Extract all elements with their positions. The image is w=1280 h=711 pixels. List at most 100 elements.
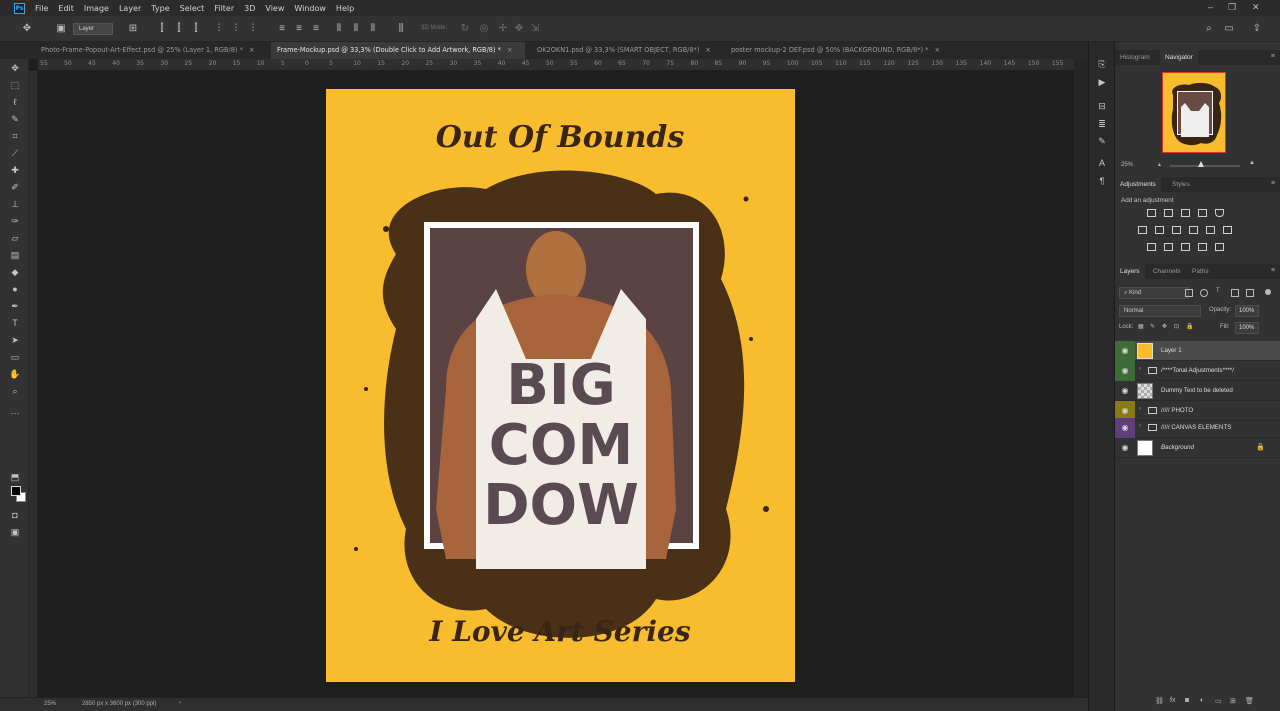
layer-row-canvas-elements[interactable]: ◉ › ///// CANVAS ELEMENTS bbox=[1115, 418, 1280, 438]
navigator-zoom[interactable]: 25% bbox=[1121, 162, 1133, 168]
filter-shape-icon[interactable] bbox=[1231, 289, 1239, 297]
align-right-icon[interactable]: ⫿ bbox=[189, 22, 203, 36]
zoom-out-icon[interactable]: ▴ bbox=[1158, 161, 1161, 168]
photo-filter-icon[interactable] bbox=[1189, 226, 1198, 234]
history-brush-tool-icon[interactable]: ✑ bbox=[9, 215, 21, 227]
visibility-cell[interactable]: ◉ bbox=[1115, 341, 1135, 361]
tab-paths[interactable]: Paths bbox=[1187, 264, 1214, 279]
exposure-icon[interactable] bbox=[1198, 209, 1207, 217]
expand-group-icon[interactable]: › bbox=[1139, 366, 1141, 372]
path-selection-tool-icon[interactable]: ➤ bbox=[9, 334, 21, 346]
opacity-field[interactable]: 100% bbox=[1235, 305, 1259, 317]
menu-edit[interactable]: Edit bbox=[58, 4, 74, 13]
lock-image-icon[interactable]: ✎ bbox=[1150, 323, 1155, 330]
marquee-tool-icon[interactable]: ⬚ bbox=[9, 79, 21, 91]
layer-row-layer-1[interactable]: ◉ Layer 1 bbox=[1115, 341, 1280, 361]
zoom-level[interactable]: 25% bbox=[44, 701, 56, 707]
layer-row-tonal-adjustments[interactable]: ◉ › /****Tonal Adjustments****/ bbox=[1115, 361, 1280, 381]
3d-scale-icon[interactable]: ⇲ bbox=[528, 22, 542, 36]
layer-name[interactable]: ///// CANVAS ELEMENTS bbox=[1161, 424, 1231, 431]
filter-toggle-icon[interactable] bbox=[1265, 289, 1271, 295]
quick-select-tool-icon[interactable]: ✎ bbox=[9, 113, 21, 125]
align-left-icon[interactable]: ⫿ bbox=[155, 22, 169, 36]
channel-mixer-icon[interactable] bbox=[1206, 226, 1215, 234]
layer-name[interactable]: ///// PHOTO bbox=[1161, 407, 1193, 414]
tab-frame-mockup[interactable]: Frame-Mockup.psd @ 33,3% (Double Click t… bbox=[271, 42, 525, 59]
menu-layer[interactable]: Layer bbox=[119, 4, 141, 13]
expand-group-icon[interactable]: › bbox=[1139, 406, 1141, 412]
vertical-scrollbar[interactable] bbox=[1074, 59, 1088, 697]
tab-histogram[interactable]: Histogram bbox=[1115, 50, 1155, 65]
tab-navigator[interactable]: Navigator bbox=[1160, 50, 1198, 65]
tab-layers[interactable]: Layers bbox=[1115, 264, 1145, 279]
eye-icon[interactable]: ◉ bbox=[1120, 387, 1130, 395]
menu-type[interactable]: Type bbox=[151, 4, 169, 13]
menu-select[interactable]: Select bbox=[180, 4, 205, 13]
lock-artboard-icon[interactable]: ⊡ bbox=[1174, 323, 1179, 330]
lock-transparent-icon[interactable]: ▦ bbox=[1138, 323, 1144, 330]
close-tab-icon[interactable]: × bbox=[507, 42, 513, 59]
menu-view[interactable]: View bbox=[265, 4, 284, 13]
selective-color-icon[interactable] bbox=[1215, 243, 1224, 251]
canvas-area[interactable]: BIG COM DOW Out Of Bounds I Love Art Ser… bbox=[38, 72, 1074, 697]
pen-tool-icon[interactable]: ✒ bbox=[9, 300, 21, 312]
share-icon[interactable]: ⇪ bbox=[1250, 22, 1264, 36]
quick-mask-icon[interactable]: ◘ bbox=[9, 509, 21, 521]
distribute-middle-icon[interactable]: ≡ bbox=[292, 22, 306, 36]
panel-menu-icon[interactable]: ≡ bbox=[1271, 267, 1275, 274]
lock-position-icon[interactable]: ✥ bbox=[1162, 323, 1167, 330]
tab-adjustments[interactable]: Adjustments bbox=[1115, 177, 1161, 192]
type-tool-icon[interactable]: T bbox=[9, 317, 21, 329]
status-menu-icon[interactable]: › bbox=[179, 700, 181, 706]
zoom-in-icon[interactable]: ▲ bbox=[1249, 160, 1255, 166]
color-balance-icon[interactable] bbox=[1155, 226, 1164, 234]
3d-pan-icon[interactable]: ✢ bbox=[496, 22, 510, 36]
filter-adjustment-icon[interactable] bbox=[1200, 289, 1208, 297]
color-lookup-icon[interactable] bbox=[1223, 226, 1232, 234]
gradient-tool-icon[interactable]: ▤ bbox=[9, 249, 21, 261]
close-tab-icon[interactable]: × bbox=[249, 42, 255, 59]
vibrance-icon[interactable] bbox=[1215, 209, 1224, 217]
layer-style-icon[interactable]: fx bbox=[1170, 697, 1175, 704]
auto-align-icon[interactable]: ⫼ bbox=[394, 22, 408, 36]
filter-kind-dropdown[interactable]: ⌕ Kind bbox=[1119, 287, 1189, 299]
add-mask-icon[interactable]: ◙ bbox=[1185, 697, 1189, 704]
blend-mode-dropdown[interactable]: Normal bbox=[1119, 305, 1201, 317]
invert-icon[interactable] bbox=[1147, 243, 1156, 251]
close-tab-icon[interactable]: × bbox=[934, 42, 940, 59]
navigator-preview[interactable] bbox=[1162, 72, 1226, 153]
new-layer-icon[interactable]: ⊞ bbox=[1230, 697, 1236, 705]
distribute-left-icon[interactable]: ⦀ bbox=[332, 22, 346, 36]
default-colors-icon[interactable]: ⬒ bbox=[9, 471, 21, 483]
visibility-cell[interactable]: ◉ bbox=[1115, 361, 1135, 381]
tab-poster-mockup[interactable]: poster mockup-2 DEF.psd @ 50% (BACKGROUN… bbox=[725, 42, 955, 59]
align-center-icon[interactable]: ⫿ bbox=[172, 22, 186, 36]
curves-icon[interactable] bbox=[1181, 209, 1190, 217]
eyedropper-tool-icon[interactable]: ⟋ bbox=[9, 147, 21, 159]
eye-icon[interactable]: ◉ bbox=[1120, 347, 1130, 355]
3d-orbit-icon[interactable]: ↻ bbox=[458, 22, 472, 36]
filter-pixel-icon[interactable] bbox=[1185, 289, 1193, 297]
3d-roll-icon[interactable]: ◎ bbox=[477, 22, 491, 36]
new-adjustment-icon[interactable]: ◐ bbox=[1200, 697, 1204, 704]
layer-name[interactable]: /****Tonal Adjustments****/ bbox=[1161, 367, 1234, 374]
restore-icon[interactable]: ❐ bbox=[1228, 2, 1236, 13]
actions-panel-icon[interactable]: ▶ bbox=[1096, 76, 1108, 88]
tab-styles[interactable]: Styles bbox=[1167, 177, 1195, 192]
close-tab-icon[interactable]: × bbox=[705, 42, 711, 59]
eye-icon[interactable]: ◉ bbox=[1120, 407, 1130, 415]
auto-select-checkbox-icon[interactable]: ▣ bbox=[54, 22, 68, 36]
hue-saturation-icon[interactable] bbox=[1138, 226, 1147, 234]
properties-panel-icon[interactable]: ≣ bbox=[1096, 118, 1108, 130]
transform-controls-icon[interactable]: ⊞ bbox=[126, 22, 140, 36]
distribute-bottom-icon[interactable]: ≡ bbox=[309, 22, 323, 36]
fill-field[interactable]: 100% bbox=[1235, 322, 1259, 334]
tab-channels[interactable]: Channels bbox=[1148, 264, 1185, 279]
crop-tool-icon[interactable]: ⌗ bbox=[9, 130, 21, 142]
character-panel-icon[interactable]: A bbox=[1096, 157, 1108, 169]
eye-icon[interactable]: ◉ bbox=[1120, 424, 1130, 432]
more-tools-icon[interactable]: ··· bbox=[9, 407, 21, 419]
brush-tool-icon[interactable]: ✐ bbox=[9, 181, 21, 193]
expand-group-icon[interactable]: › bbox=[1139, 423, 1141, 429]
clone-stamp-tool-icon[interactable]: ⊥ bbox=[9, 198, 21, 210]
